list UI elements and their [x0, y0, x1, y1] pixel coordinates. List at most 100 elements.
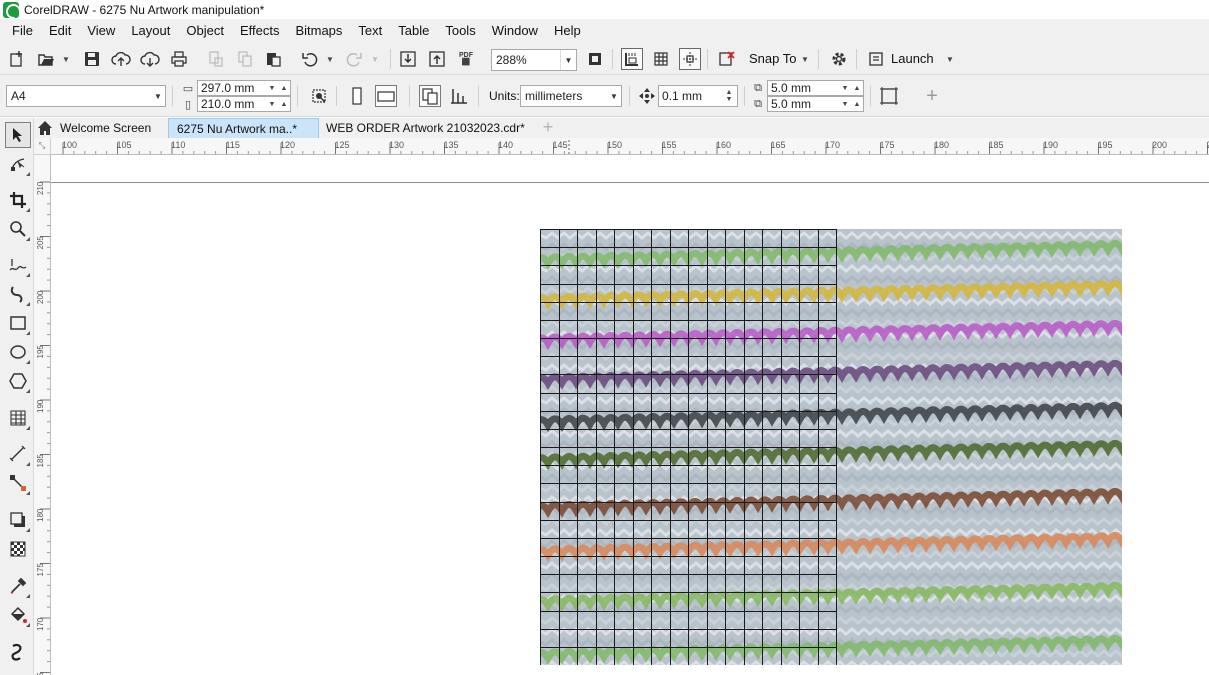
page-height-spin-icon[interactable]: ▼ ▲	[266, 101, 290, 108]
freehand-tool[interactable]	[5, 252, 31, 278]
menu-window[interactable]: Window	[484, 19, 546, 43]
zoom-dropdown-icon[interactable]: ▼	[560, 50, 576, 70]
drawing-canvas[interactable]	[51, 155, 1209, 675]
menu-table[interactable]: Table	[390, 19, 437, 43]
duplicate-x-spin-icon[interactable]: ▼ ▲	[839, 85, 863, 92]
redo-dropdown-icon[interactable]: ▼	[370, 52, 380, 66]
full-screen-icon[interactable]	[584, 48, 606, 70]
print-icon[interactable]	[168, 48, 190, 70]
launch-icon[interactable]	[865, 48, 887, 70]
pick-tool[interactable]	[5, 122, 31, 148]
polygon-tool[interactable]	[5, 368, 31, 394]
nudge-distance-value[interactable]: 0.1 mm	[659, 89, 721, 103]
menu-layout[interactable]: Layout	[123, 19, 178, 43]
show-rulers-icon[interactable]	[621, 48, 643, 70]
chevron-down-icon[interactable]: ▼	[607, 92, 621, 101]
portrait-icon[interactable]	[346, 85, 368, 107]
tab-welcome-screen[interactable]: Welcome Screen	[34, 118, 168, 138]
landscape-icon[interactable]	[375, 85, 397, 107]
zoom-level-combo[interactable]: 288% ▼	[491, 49, 577, 71]
open-dropdown-icon[interactable]: ▼	[61, 52, 71, 66]
new-document-icon[interactable]	[6, 48, 28, 70]
duplicate-y-field[interactable]: 5.0 mm ▼ ▲	[767, 96, 864, 112]
launch-dropdown-icon[interactable]: ▼	[945, 52, 955, 66]
menu-text[interactable]: Text	[350, 19, 390, 43]
menu-effects[interactable]: Effects	[232, 19, 288, 43]
open-icon[interactable]	[35, 48, 57, 70]
copy-icon[interactable]	[234, 48, 256, 70]
menu-bitmaps[interactable]: Bitmaps	[287, 19, 350, 43]
tab-6275-nu-artwork[interactable]: 6275 Nu Artwork ma..*	[168, 118, 319, 138]
page-size-select[interactable]: A4 ▼	[6, 85, 166, 107]
page-width-value[interactable]: 297.0 mm	[198, 81, 266, 95]
artwork-bitmap[interactable]	[540, 229, 1122, 665]
snap-to-dropdown-icon[interactable]: ▼	[800, 52, 810, 66]
duplicate-x-field[interactable]: 5.0 mm ▼ ▲	[767, 80, 864, 96]
duplicate-y-value[interactable]: 5.0 mm	[768, 97, 839, 111]
page-width-field[interactable]: 297.0 mm ▼ ▲	[197, 80, 291, 96]
menu-object[interactable]: Object	[178, 19, 232, 43]
menu-view[interactable]: View	[79, 19, 123, 43]
ruler-label: 105	[117, 140, 132, 150]
menu-edit[interactable]: Edit	[41, 19, 79, 43]
connector-tool[interactable]	[5, 470, 31, 496]
shape-tool[interactable]	[5, 151, 31, 177]
alignment-guides-icon[interactable]	[716, 48, 738, 70]
add-icon[interactable]: +	[921, 85, 943, 107]
save-icon[interactable]	[81, 48, 103, 70]
duplicate-x-value[interactable]: 5.0 mm	[768, 81, 839, 95]
cloud-download-icon[interactable]	[139, 48, 161, 70]
cloud-upload-icon[interactable]	[110, 48, 132, 70]
rectangle-tool[interactable]	[5, 310, 31, 336]
menu-file[interactable]: File	[4, 19, 41, 43]
table-tool[interactable]	[5, 405, 31, 431]
crop-tool[interactable]	[5, 187, 31, 213]
page-width-spin-icon[interactable]: ▼ ▲	[266, 85, 290, 92]
show-guidelines-icon[interactable]	[679, 48, 701, 70]
options-icon[interactable]	[828, 48, 850, 70]
nudge-distance-field[interactable]: 0.1 mm ▲ ▼	[658, 85, 738, 107]
horizontal-ruler[interactable]: 100 105 110 115 120 125 130 135 140 145 150 155 160 1…	[51, 138, 1209, 155]
ruler-label: 210	[36, 181, 45, 195]
interactive-fill-tool[interactable]	[5, 602, 31, 628]
smart-fill-tool[interactable]	[5, 639, 31, 665]
redo-icon[interactable]	[343, 48, 365, 70]
paste-icon[interactable]	[262, 48, 284, 70]
vertical-ruler[interactable]: 210205200195190185180175170165	[34, 155, 51, 675]
menu-tools[interactable]: Tools	[437, 19, 483, 43]
undo-dropdown-icon[interactable]: ▼	[325, 52, 335, 66]
all-pages-icon[interactable]	[419, 85, 441, 107]
dimension-tool[interactable]	[5, 441, 31, 467]
current-page-icon[interactable]	[448, 85, 470, 107]
cut-icon[interactable]	[205, 48, 227, 70]
show-grid-icon[interactable]	[650, 48, 672, 70]
snap-to-label[interactable]: Snap To	[749, 51, 796, 66]
duplicate-y-spin-icon[interactable]: ▼ ▲	[839, 101, 863, 108]
treat-as-filled-icon[interactable]	[308, 85, 330, 107]
tab-web-order-artwork[interactable]: WEB ORDER Artwork 21032023.cdr*	[318, 118, 540, 138]
launch-label[interactable]: Launch	[891, 51, 934, 66]
duplicate-y-icon: ⧉	[754, 97, 762, 110]
publish-pdf-icon[interactable]: PDF ⬛	[455, 48, 477, 70]
page-height-field[interactable]: 210.0 mm ▼ ▲	[197, 96, 291, 112]
units-select[interactable]: millimeters ▼	[520, 85, 622, 107]
page-border-icon[interactable]	[878, 85, 900, 107]
undo-icon[interactable]	[299, 48, 321, 70]
chevron-down-icon[interactable]: ▼	[151, 92, 165, 101]
menu-help[interactable]: Help	[546, 19, 589, 43]
drop-shadow-tool[interactable]	[5, 507, 31, 533]
page-height-value[interactable]: 210.0 mm	[198, 97, 266, 111]
ellipse-tool[interactable]	[5, 339, 31, 365]
transparency-tool[interactable]	[5, 536, 31, 562]
eyedropper-tool[interactable]	[5, 573, 31, 599]
ruler-origin-icon[interactable]: ⤡	[34, 138, 51, 155]
page-height-icon: ▯	[184, 98, 192, 111]
nudge-spin-icon[interactable]: ▲ ▼	[721, 89, 737, 103]
zoom-tool[interactable]	[5, 216, 31, 242]
import-icon[interactable]	[397, 48, 419, 70]
add-tab-icon[interactable]: +	[539, 118, 557, 138]
export-icon[interactable]	[426, 48, 448, 70]
zoom-level-value[interactable]: 288%	[492, 53, 560, 67]
artistic-media-tool[interactable]	[5, 281, 31, 307]
flyout-indicator-icon	[26, 331, 30, 335]
